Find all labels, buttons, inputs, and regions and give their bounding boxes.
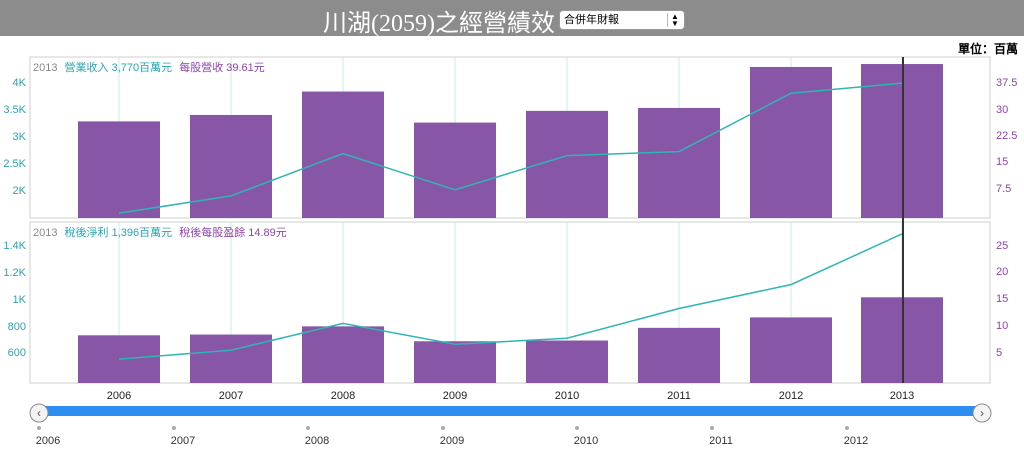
revenue-legend-year: 2013: [33, 62, 57, 74]
bar-2012: [750, 66, 832, 218]
right-tick-label: 37.5: [996, 77, 1017, 89]
right-tick-label: 20: [996, 266, 1008, 278]
chevron-right-icon: ›: [980, 406, 984, 420]
navigator-tick-dot: [710, 426, 714, 430]
profit-bars: [78, 297, 943, 383]
navigator-year-label: 2011: [709, 435, 733, 447]
left-tick-label: 1.4K: [3, 240, 26, 252]
navigator-tick-dot: [37, 426, 41, 430]
performance-chart: 2K 2.5K 3K 3.5K 4K 7.5 15 22.5 30 37.5 600 800 1K 1.2…: [3, 56, 1017, 447]
bar-2012: [750, 317, 832, 383]
left-tick-label: 1.2K: [3, 267, 26, 279]
bar-2008: [302, 326, 384, 383]
right-tick-label: 22.5: [996, 130, 1017, 142]
revenue-legend-line: 每股營收 39.61元: [179, 60, 265, 74]
right-tick-label: 30: [996, 104, 1008, 116]
left-tick-label: 4K: [13, 77, 27, 89]
navigator-year-label: 2010: [574, 435, 598, 447]
navigator-tick-dot: [441, 426, 445, 430]
x-tick-label: 2011: [667, 390, 691, 402]
navigator-year-label: 2008: [305, 435, 329, 447]
right-tick-label: 15: [996, 156, 1008, 168]
profit-legend: 2013 稅後淨利 1,396百萬元 稅後每股盈餘 14.89元: [33, 225, 287, 239]
profit-legend-line: 稅後每股盈餘 14.89元: [179, 225, 287, 239]
revenue-legend: 2013 營業收入 3,770百萬元 每股營收 39.61元: [33, 60, 265, 74]
navigator-year-label: 2007: [171, 435, 195, 447]
bar-2011: [638, 327, 720, 383]
bar-2011: [638, 107, 720, 218]
x-tick-label: 2008: [331, 390, 355, 402]
navigator-year-label: 2012: [844, 435, 868, 447]
left-tick-label: 3K: [13, 131, 27, 143]
bar-2007: [190, 334, 272, 383]
x-tick-label: 2006: [107, 390, 131, 402]
profit-legend-bar: 稅後淨利 1,396百萬元: [65, 225, 173, 239]
navigator-tick-dot: [172, 426, 176, 430]
navigator-range-bar[interactable]: [40, 406, 982, 416]
right-tick-label: 10: [996, 320, 1008, 332]
revenue-panel-frame: [29, 56, 991, 219]
left-tick-label: 2.5K: [3, 158, 26, 170]
profit-legend-year: 2013: [33, 227, 57, 239]
bar-2009: [414, 122, 496, 218]
right-tick-label: 5: [996, 347, 1002, 359]
navigator-tick-dot: [306, 426, 310, 430]
left-tick-label: 600: [8, 347, 26, 359]
bar-2010: [526, 340, 608, 383]
right-tick-label: 25: [996, 240, 1008, 252]
bar-2008: [302, 91, 384, 218]
revenue-legend-bar: 營業收入 3,770百萬元: [65, 60, 173, 74]
x-tick-label: 2010: [555, 390, 579, 402]
right-tick-label: 7.5: [996, 183, 1011, 195]
right-tick-label: 15: [996, 293, 1008, 305]
bar-2009: [414, 341, 496, 383]
x-tick-label: 2007: [219, 390, 243, 402]
left-tick-label: 2K: [13, 185, 27, 197]
revenue-bars: [78, 64, 943, 218]
chevron-left-icon: ‹: [37, 406, 41, 420]
bar-2007: [190, 114, 272, 218]
bar-2006: [78, 121, 160, 218]
x-tick-label: 2009: [443, 390, 467, 402]
navigator-tick-dot: [845, 426, 849, 430]
navigator-tick-dot: [575, 426, 579, 430]
navigator-year-labels: 2006 2007 2008 2009 2010 2011 2012: [36, 426, 868, 447]
navigator-year-label: 2009: [440, 435, 464, 447]
left-tick-label: 800: [8, 321, 26, 333]
x-tick-label: 2012: [779, 390, 803, 402]
left-tick-label: 1K: [13, 294, 27, 306]
navigator-year-label: 2006: [36, 435, 60, 447]
profit-panel-frame: [29, 221, 991, 384]
left-tick-label: 3.5K: [3, 104, 26, 116]
range-navigator[interactable]: ‹ › 2006 2007 2008 2009 2010 2011 2012: [29, 403, 992, 447]
x-tick-label: 2013: [890, 390, 914, 402]
